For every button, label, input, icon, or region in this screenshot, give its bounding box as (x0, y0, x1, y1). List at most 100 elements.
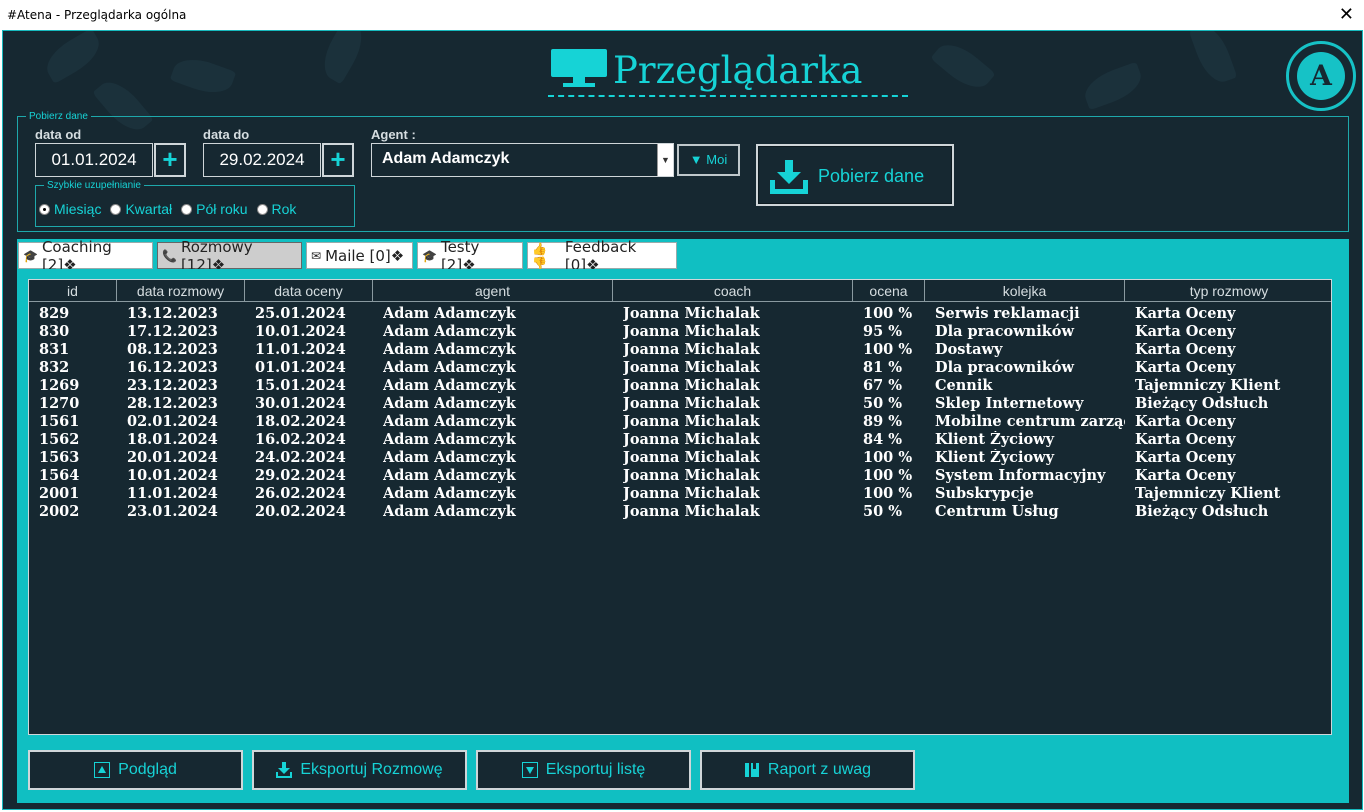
radio-kwartal[interactable]: Kwartał (110, 201, 172, 217)
pobierz-dane-button[interactable]: Pobierz dane (756, 144, 954, 206)
table-cell: Sklep Internetowy (935, 395, 1084, 412)
eksportuj-rozmowe-button[interactable]: Eksportuj Rozmowę (252, 750, 467, 790)
table-cell: 01.01.2024 (255, 359, 346, 376)
table-cell: Adam Adamczyk (383, 449, 516, 466)
date-to-field[interactable]: 29.02.2024 (203, 143, 321, 177)
table-cell: 1269 (39, 377, 80, 394)
radio-button[interactable] (110, 203, 122, 215)
table-cell: 11.01.2024 (127, 485, 218, 502)
raport-z-uwag-label: Raport z uwag (767, 761, 872, 778)
table-cell: 95 % (863, 323, 903, 340)
table-cell: 100 % (863, 485, 913, 502)
eksportuj-liste-label: Eksportuj listę (545, 761, 646, 778)
column-header-data-rozmowy[interactable]: data rozmowy (117, 280, 245, 302)
monitor-icon (551, 49, 607, 87)
table-cell: Adam Adamczyk (383, 431, 516, 448)
column-header-kolejka[interactable]: kolejka (925, 280, 1125, 302)
table-row[interactable]: 1562 18.01.2024 16.02.2024 Adam Adamczyk Joa… (29, 431, 1331, 449)
logo-letter: A (1297, 52, 1345, 100)
table-cell: Joanna Michalak (623, 377, 760, 394)
radio-rok[interactable]: Rok (256, 201, 296, 217)
table-row[interactable]: 1269 23.12.2023 15.01.2024 Adam Adamczyk Joa… (29, 377, 1331, 395)
close-icon[interactable]: ✕ (1339, 4, 1354, 25)
table-cell: 23.01.2024 (127, 503, 218, 520)
tab-maile[interactable]: ✉ Maile [0]❖ (306, 242, 413, 269)
raport-z-uwag-button[interactable]: Raport z uwag (700, 750, 915, 790)
agent-select[interactable]: Adam Adamczyk ▼ (371, 143, 674, 177)
table-cell: 2002 (39, 503, 80, 520)
table-cell: Karta Oceny (1135, 413, 1236, 430)
table-cell: 84 % (863, 431, 903, 448)
table-cell: Adam Adamczyk (383, 467, 516, 484)
table-cell: 25.01.2024 (255, 305, 346, 322)
tab-coaching[interactable]: 🎓 Coaching [2]❖ (18, 238, 153, 274)
window-title: #Atena - Przeglądarka ogólna (7, 8, 187, 22)
table-row[interactable]: 829 13.12.2023 25.01.2024 Adam Adamczyk Joan… (29, 305, 1331, 323)
table-cell: Adam Adamczyk (383, 413, 516, 430)
table-cell: 100 % (863, 305, 913, 322)
column-header-agent[interactable]: agent (373, 280, 613, 302)
date-from-plus-button[interactable]: + (154, 143, 186, 177)
table-cell: Joanna Michalak (623, 431, 760, 448)
radio-label: Kwartał (125, 201, 173, 217)
header: Przeglądarka A (3, 31, 1362, 111)
column-header-data-oceny[interactable]: data oceny (245, 280, 373, 302)
table-row[interactable]: 832 16.12.2023 01.01.2024 Adam Adamczyk Joan… (29, 359, 1331, 377)
table-cell: 1270 (39, 395, 80, 412)
table-row[interactable]: 1270 28.12.2023 30.01.2024 Adam Adamczyk Joa… (29, 395, 1331, 413)
table-cell: 1561 (39, 413, 80, 430)
table-cell: Joanna Michalak (623, 395, 760, 412)
date-to-plus-button[interactable]: + (322, 143, 354, 177)
table-row[interactable]: 1563 20.01.2024 24.02.2024 Adam Adamczyk Joa… (29, 449, 1331, 467)
column-header-ocena[interactable]: ocena (853, 280, 925, 302)
radio-button[interactable] (39, 203, 50, 215)
column-header-coach[interactable]: coach (613, 280, 853, 302)
eksportuj-liste-button[interactable]: Eksportuj listę (476, 750, 691, 790)
table-cell: 18.02.2024 (255, 413, 346, 430)
table-cell: 02.01.2024 (127, 413, 218, 430)
table-cell: 10.01.2024 (127, 467, 218, 484)
table-cell: Adam Adamczyk (383, 485, 516, 502)
table-cell: 100 % (863, 449, 913, 466)
column-header-id[interactable]: id (29, 280, 117, 302)
table-cell: Karta Oceny (1135, 467, 1236, 484)
rozmowy-table[interactable]: id data rozmowy data oceny agent coach o… (28, 279, 1332, 735)
table-cell: Karta Oceny (1135, 305, 1236, 322)
radio-pol-roku[interactable]: Pół roku (181, 201, 248, 217)
graduation-cap-icon: 🎓 (23, 248, 38, 263)
tab-rozmowy[interactable]: 📞 Rozmowy [12]❖ (157, 238, 302, 274)
table-cell: Karta Oceny (1135, 449, 1236, 466)
podglad-button[interactable]: Podgląd (28, 750, 243, 790)
radio-label: Miesiąc (54, 201, 102, 217)
moi-button[interactable]: ▼ Moi (677, 144, 740, 176)
date-from-label: data od (35, 127, 82, 142)
table-cell: Serwis reklamacji (935, 305, 1080, 322)
table-cell: 08.12.2023 (127, 341, 218, 358)
table-row[interactable]: 2001 11.01.2024 26.02.2024 Adam Adamczyk Joa… (29, 485, 1331, 503)
column-header-typ-rozmowy[interactable]: typ rozmowy (1125, 280, 1331, 302)
table-cell: Klient Życiowy (935, 431, 1055, 448)
date-from-field[interactable]: 01.01.2024 (35, 143, 153, 177)
download-icon (276, 762, 293, 778)
table-row[interactable]: 1564 10.01.2024 29.02.2024 Adam Adamczyk Joa… (29, 467, 1331, 485)
tab-feedback[interactable]: 👍👎 Feedback [0]❖ (527, 238, 677, 274)
chevron-down-icon[interactable]: ▼ (657, 144, 673, 176)
radio-button[interactable] (181, 203, 193, 215)
table-cell: Joanna Michalak (623, 485, 760, 502)
table-cell: Bieżący Odsłuch (1135, 503, 1269, 520)
table-cell: 1564 (39, 467, 80, 484)
table-row[interactable]: 831 08.12.2023 11.01.2024 Adam Adamczyk Joan… (29, 341, 1331, 359)
table-cell: 20.01.2024 (127, 449, 218, 466)
quick-fill-legend: Szybkie uzupełnianie (47, 180, 141, 191)
table-cell: Dostawy (935, 341, 1003, 358)
triangle-down-icon (521, 762, 538, 778)
radio-miesiac[interactable]: Miesiąc (39, 201, 101, 217)
table-row[interactable]: 1561 02.01.2024 18.02.2024 Adam Adamczyk Joa… (29, 413, 1331, 431)
table-row[interactable]: 2002 23.01.2024 20.02.2024 Adam Adamczyk Joa… (29, 503, 1331, 521)
table-cell: Subskrypcje (935, 485, 1034, 502)
radio-button[interactable] (256, 203, 268, 215)
table-row[interactable]: 830 17.12.2023 10.01.2024 Adam Adamczyk Joan… (29, 323, 1331, 341)
table-cell: Karta Oceny (1135, 341, 1236, 358)
tab-testy[interactable]: 🎓 Testy [2]❖ (417, 238, 523, 274)
table-cell: Karta Oceny (1135, 323, 1236, 340)
